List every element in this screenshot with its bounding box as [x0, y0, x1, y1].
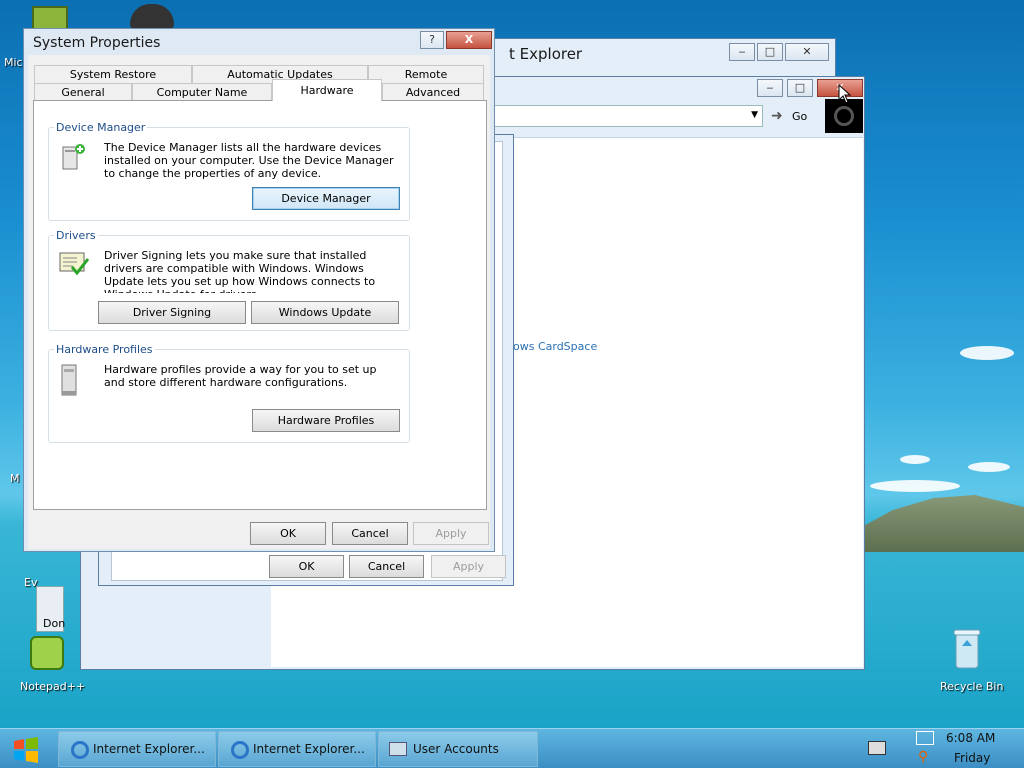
desktop-icon-label: Mic — [4, 56, 23, 69]
internet-explorer-icon — [231, 741, 249, 759]
internet-explorer-icon — [71, 741, 89, 759]
cloud — [960, 346, 1014, 360]
tab-page-hardware: Device Manager The Device Manager lists … — [33, 100, 487, 510]
close-button[interactable]: X — [446, 31, 492, 49]
taskbar-item-label: Internet Explorer... — [93, 742, 205, 756]
cancel-button[interactable]: Cancel — [332, 522, 408, 545]
tab-hardware[interactable]: Hardware — [272, 79, 382, 101]
hardware-profiles-description: Hardware profiles provide a way for you … — [104, 363, 377, 389]
drivers-title: Drivers — [54, 229, 98, 242]
dialog-client: System Restore Automatic Updates Remote … — [28, 55, 490, 549]
tab-system-restore[interactable]: System Restore — [34, 65, 192, 83]
help-button[interactable]: ? — [420, 31, 444, 49]
tab-general[interactable]: General — [34, 83, 132, 101]
device-manager-button[interactable]: Device Manager — [252, 187, 400, 210]
taskbar: Internet Explorer... Internet Explorer..… — [0, 728, 1024, 768]
network-icon[interactable] — [916, 731, 934, 745]
cancel-button[interactable]: Cancel — [349, 555, 424, 578]
taskbar-item-label: Internet Explorer... — [253, 742, 365, 756]
hardware-profiles-title: Hardware Profiles — [54, 343, 155, 356]
partial-text: Don — [43, 617, 66, 630]
chevron-down-icon[interactable]: ▼ — [751, 110, 758, 120]
minimize-button[interactable]: ‒ — [729, 43, 755, 61]
cloud — [968, 462, 1010, 472]
start-button[interactable] — [8, 733, 44, 765]
desktop-icon-label: M — [10, 472, 20, 485]
taskbar-item-user-accounts[interactable]: User Accounts — [378, 731, 538, 767]
address-bar[interactable]: ▼ — [491, 105, 763, 127]
system-properties-dialog: System Properties ? X System Restore Aut… — [23, 28, 495, 552]
desktop-icon-label: Recycle Bin — [940, 680, 1004, 693]
clock-day: Friday — [954, 751, 991, 765]
user-accounts-icon — [389, 742, 407, 756]
notepad-plus-plus-icon[interactable] — [30, 636, 64, 670]
cardspace-link[interactable]: ows CardSpace — [513, 340, 597, 353]
go-button[interactable]: Go — [792, 110, 807, 123]
cloud — [870, 480, 960, 492]
hardware-profiles-icon — [58, 363, 82, 397]
taskbar-item-ie-2[interactable]: Internet Explorer... — [218, 731, 376, 767]
keyboard-icon[interactable] — [868, 741, 886, 755]
windows-update-button[interactable]: Windows Update — [251, 301, 399, 324]
drivers-description: Driver Signing lets you make sure that i… — [104, 249, 376, 293]
driver-signing-button[interactable]: Driver Signing — [98, 301, 246, 324]
taskbar-item-ie-1[interactable]: Internet Explorer... — [58, 731, 216, 767]
recycle-bin-icon[interactable] — [952, 626, 982, 670]
ok-button[interactable]: OK — [269, 555, 344, 578]
desktop-icon-label: Notepad++ — [20, 680, 86, 693]
cloud — [900, 455, 930, 464]
device-manager-title: Device Manager — [54, 121, 148, 134]
device-manager-icon — [60, 141, 88, 171]
apply-button[interactable]: Apply — [431, 555, 506, 578]
minimize-button[interactable]: ‒ — [757, 79, 783, 97]
taskbar-item-label: User Accounts — [413, 742, 499, 756]
search-icon[interactable]: ⚲ — [918, 749, 932, 765]
mouse-cursor-icon — [838, 83, 852, 107]
clock-time: 6:08 AM — [946, 731, 996, 745]
close-button[interactable]: ✕ — [785, 43, 829, 61]
hardware-profiles-button[interactable]: Hardware Profiles — [252, 409, 400, 432]
driver-signing-icon — [58, 249, 90, 277]
partial-window: Don — [36, 586, 66, 632]
device-manager-description: The Device Manager lists all the hardwar… — [104, 141, 394, 180]
apply-button[interactable]: Apply — [413, 522, 489, 545]
tab-advanced[interactable]: Advanced — [382, 83, 484, 101]
tab-computer-name[interactable]: Computer Name — [132, 83, 272, 101]
tab-remote[interactable]: Remote — [368, 65, 484, 83]
maximize-button[interactable]: □ — [757, 43, 783, 61]
arrow-right-icon[interactable]: ➜ — [771, 108, 783, 124]
ok-button[interactable]: OK — [250, 522, 326, 545]
maximize-button[interactable]: □ — [787, 79, 813, 97]
